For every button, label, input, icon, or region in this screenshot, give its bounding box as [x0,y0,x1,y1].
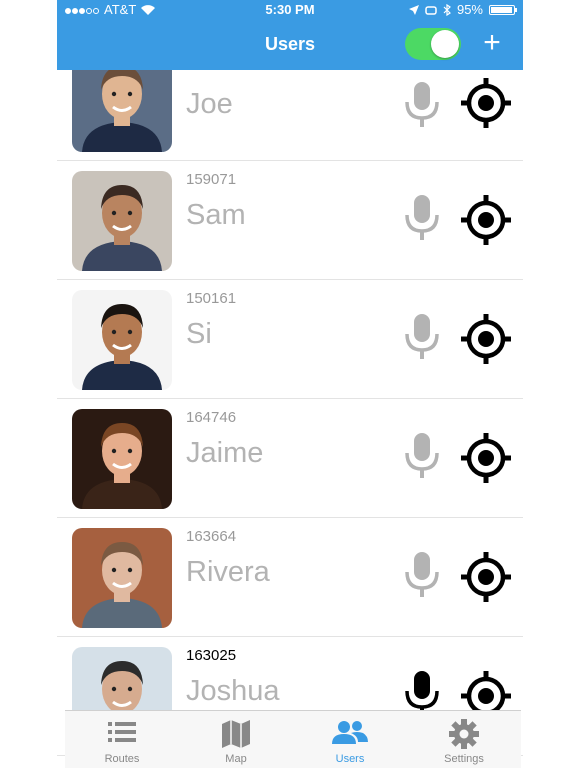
battery-icon [489,4,517,15]
tab-routes[interactable]: Routes [65,711,179,768]
battery-percent: 95% [456,2,483,17]
gear-icon [407,718,521,750]
tab-label: Users [335,753,365,765]
add-user-button[interactable]: + [477,28,507,60]
status-right: 95% [408,2,517,17]
user-name: Rivera [186,556,270,588]
avatar [72,171,172,271]
microphone-icon[interactable] [402,193,442,243]
avatar [72,409,172,509]
tab-label: Map [225,753,247,765]
microphone-icon[interactable] [402,80,442,130]
microphone-icon[interactable] [402,312,442,362]
user-name: Si [186,318,212,350]
bluetooth-icon [443,3,451,16]
user-id: 159071 [186,171,237,188]
user-name: Sam [186,199,246,231]
locate-target-icon[interactable] [460,77,512,129]
tab-settings[interactable]: Settings [407,711,521,768]
alarm-icon [425,5,437,15]
map-icon [179,718,293,750]
user-name: Jaime [186,437,264,469]
user-list: Joe 159071 Sam 150161 Si 164746 Jaime 163664 Riv… [57,52,523,756]
status-bar: AT&T 5:30 PM 95% [57,0,523,20]
locate-target-icon[interactable] [460,194,512,246]
avatar [72,290,172,390]
avatar [72,528,172,628]
user-id: 163664 [186,528,237,545]
list-icon [65,718,179,746]
phone-screen: AT&T 5:30 PM 95% Users + Joe 159071 Sam 150… [57,0,523,768]
tab-bar: Routes Map Users Settings [65,710,521,768]
tab-label: Settings [444,753,484,765]
user-id: 164746 [186,409,237,426]
locate-target-icon[interactable] [460,551,512,603]
user-row[interactable]: 159071 Sam [57,161,523,280]
users-toggle[interactable] [405,28,461,60]
user-row[interactable]: 150161 Si [57,280,523,399]
locate-target-icon[interactable] [460,313,512,365]
user-name: Joe [186,88,233,120]
user-row[interactable]: 164746 Jaime [57,399,523,518]
tab-label: Routes [104,753,140,765]
toggle-knob [431,30,459,58]
tab-map[interactable]: Map [179,711,293,768]
locate-target-icon[interactable] [460,432,512,484]
user-row[interactable]: 163664 Rivera [57,518,523,637]
user-id: 163025 [186,647,237,664]
nav-header: AT&T 5:30 PM 95% Users + [57,0,523,70]
tab-users[interactable]: Users [293,711,407,768]
location-arrow-icon [408,4,419,15]
user-row[interactable]: Joe [57,52,523,161]
microphone-icon[interactable] [402,550,442,600]
user-id: 150161 [186,290,237,307]
users-icon [293,718,407,746]
user-name: Joshua [186,675,280,707]
microphone-icon[interactable] [402,431,442,481]
